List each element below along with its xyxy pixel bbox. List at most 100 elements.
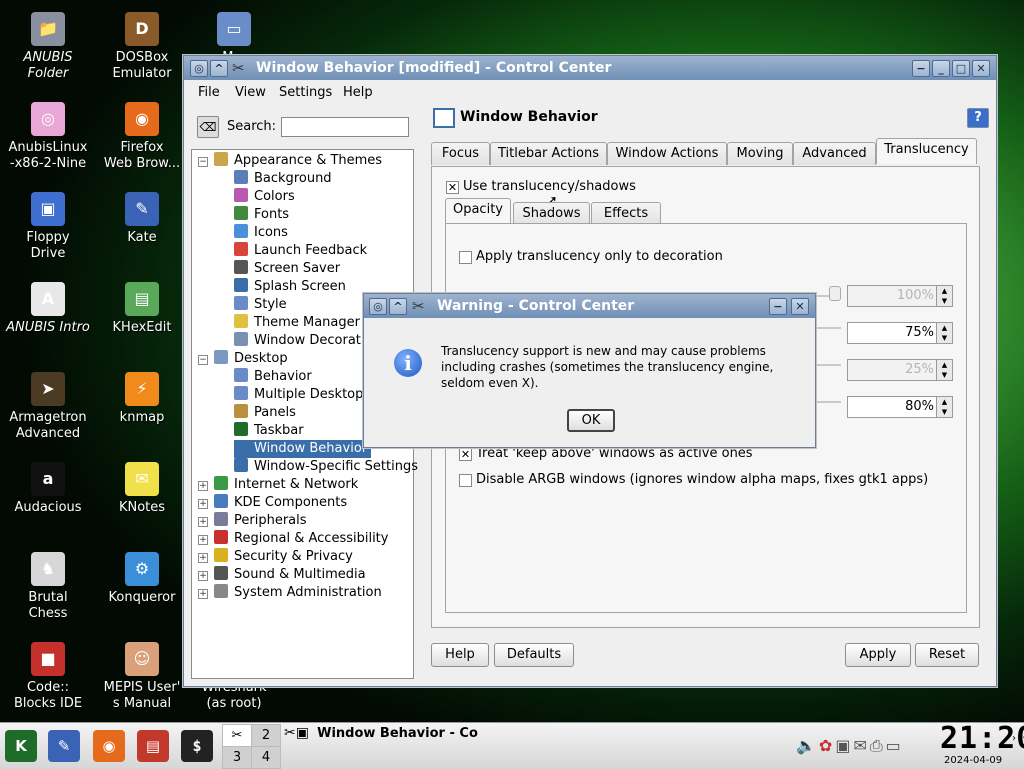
apply-decoration-checkbox[interactable] [459, 251, 472, 264]
tree-item[interactable]: Panels [234, 404, 296, 422]
tree-expander-icon[interactable]: − [198, 157, 208, 167]
tree-item[interactable]: Theme Manager [234, 314, 360, 332]
dialog-close-icon[interactable]: ✕ [791, 298, 809, 315]
desktop-icon-item[interactable]: ✉ KNotes [94, 462, 190, 516]
desktop-icon-item[interactable]: ☺ MEPIS User' s Manual [94, 642, 190, 712]
desktop-icon-item[interactable]: 📁 ANUBIS Folder [0, 12, 96, 82]
tree-item[interactable]: Security & Privacy [214, 548, 353, 566]
tree-item[interactable]: Behavior [234, 368, 312, 386]
defaults-button[interactable]: Defaults [494, 643, 574, 667]
window-titlebar[interactable]: ◎ ^ ✂ Window Behavior [modified] - Contr… [184, 56, 996, 80]
subtab-shadows[interactable]: Shadows [513, 202, 590, 225]
desktop-icon-item[interactable]: ◎ AnubisLinux -x86-2-Nine [0, 102, 96, 172]
volume-icon[interactable]: 🔈 [796, 736, 819, 755]
desktop-icon-item[interactable]: a Audacious [0, 462, 96, 516]
tree-item[interactable]: Internet & Network [214, 476, 358, 494]
tree-item[interactable]: Multiple Desktops [234, 386, 370, 404]
opacity-slider-track-4[interactable] [816, 401, 841, 403]
desktop-icon-item[interactable]: ⚙ Konqueror [94, 552, 190, 606]
desktop-icon-item[interactable]: ▣ Floppy Drive [0, 192, 96, 262]
keep-above-checkbox[interactable]: ✕ [459, 448, 472, 461]
pager-desktop-2[interactable]: 2 [251, 724, 281, 747]
tree-item[interactable]: Appearance & Themes [214, 152, 382, 170]
opacity-spinbox[interactable]: 80% ▲ ▼ [847, 396, 953, 418]
pager-desktop-1[interactable]: ✂ [222, 724, 252, 747]
tree-item[interactable]: Window-Specific Settings [234, 458, 418, 476]
tree-item[interactable]: Fonts [234, 206, 289, 224]
disable-argb-checkbox[interactable] [459, 474, 472, 487]
task-button[interactable]: ✂▣ Window Behavior - Co [284, 725, 484, 745]
menu-view[interactable]: View [235, 85, 266, 100]
spinbox-arrows-icon[interactable]: ▲ ▼ [936, 360, 952, 380]
kate-launcher-icon[interactable]: ✎ [48, 730, 80, 762]
desktop-icon-item[interactable]: ⚡ knmap [94, 372, 190, 426]
menu-file[interactable]: File [198, 85, 220, 100]
dialog-minimize-icon[interactable]: − [769, 298, 787, 315]
disable-argb-label[interactable]: Disable ARGB windows (ignores window alp… [476, 472, 928, 487]
tree-item[interactable]: Background [234, 170, 332, 188]
tree-expander-icon[interactable]: + [198, 481, 208, 491]
subtab-effects[interactable]: Effects [591, 202, 661, 225]
sticky-icon[interactable]: ^ [210, 60, 228, 77]
kde-menu-icon[interactable]: K [5, 730, 37, 762]
pager-desktop-4[interactable]: 4 [251, 746, 281, 769]
spinbox-arrows-icon[interactable]: ▲ ▼ [936, 323, 952, 343]
tree-item[interactable]: Splash Screen [234, 278, 346, 296]
ok-button[interactable]: OK [567, 409, 615, 432]
help-icon[interactable]: ? [967, 108, 989, 128]
opacity-spinbox[interactable]: 100% ▲ ▼ [847, 285, 953, 307]
dialog-titlebar[interactable]: ◎ ^ ✂ Warning - Control Center − ✕ [364, 294, 815, 318]
firefox-launcher-icon[interactable]: ◉ [93, 730, 125, 762]
menu-help[interactable]: Help [343, 85, 373, 100]
subtab-opacity[interactable]: Opacity [445, 198, 511, 224]
tree-item[interactable]: Regional & Accessibility [214, 530, 388, 548]
desktop-icon-item[interactable]: ■ Code:: Blocks IDE [0, 642, 96, 712]
tab-titlebar-actions[interactable]: Titlebar Actions [490, 142, 607, 165]
use-translucency-label[interactable]: Use translucency/shadows [463, 179, 636, 194]
use-translucency-checkbox[interactable]: ✕ [446, 181, 459, 194]
network-tray-icon[interactable]: ✿ [819, 736, 835, 755]
tree-item[interactable]: Window Behavior [234, 440, 372, 458]
file-manager-launcher-icon[interactable]: ▤ [137, 730, 169, 762]
tree-item[interactable]: Screen Saver [234, 260, 340, 278]
spinbox-arrows-icon[interactable]: ▲ ▼ [936, 397, 952, 417]
desktop-icon-item[interactable]: ▤ KHexEdit [94, 282, 190, 336]
window-menu-icon[interactable]: ◎ [190, 60, 208, 77]
desktop-icon-item[interactable]: ✎ Kate [94, 192, 190, 246]
desktop-icon-item[interactable]: ➤ Armagetron Advanced [0, 372, 96, 442]
image-tray-icon[interactable]: ▣ [835, 736, 853, 755]
dialog-sticky-icon[interactable]: ^ [389, 298, 407, 315]
monitor-icon[interactable]: ▭ [886, 736, 904, 755]
tree-item[interactable]: Taskbar [234, 422, 304, 440]
taskbar-scroll-icon[interactable]: › [1012, 733, 1016, 744]
spinbox-arrows-icon[interactable]: ▲ ▼ [936, 286, 952, 306]
shade-icon[interactable]: − [912, 60, 930, 77]
tree-expander-icon[interactable]: + [198, 517, 208, 527]
opacity-slider-handle[interactable] [829, 286, 841, 301]
desktop-icon-item[interactable]: D DOSBox Emulator [94, 12, 190, 82]
tree-item[interactable]: System Administration [214, 584, 382, 602]
tree-item[interactable]: Colors [234, 188, 295, 206]
tree-expander-icon[interactable]: + [198, 535, 208, 545]
tree-item[interactable]: Icons [234, 224, 288, 242]
clear-search-button[interactable]: ⌫ [197, 116, 219, 138]
minimize-icon[interactable]: _ [932, 60, 950, 77]
desktop-icon-item[interactable]: ♞ Brutal Chess [0, 552, 96, 622]
close-icon[interactable]: ✕ [972, 60, 990, 77]
search-input[interactable] [281, 117, 409, 137]
terminal-launcher-icon[interactable]: $ [181, 730, 213, 762]
tab-moving[interactable]: Moving [727, 142, 793, 165]
apply-button[interactable]: Apply [845, 643, 911, 667]
tree-item[interactable]: KDE Components [214, 494, 347, 512]
klipper-icon[interactable]: ✉ [853, 736, 869, 755]
tab-window-actions[interactable]: Window Actions [607, 142, 727, 165]
tab-advanced[interactable]: Advanced [793, 142, 876, 165]
tree-item[interactable]: Desktop [214, 350, 288, 368]
help-button[interactable]: Help [431, 643, 489, 667]
opacity-slider-track-2[interactable] [816, 327, 841, 329]
opacity-slider-track-3[interactable] [816, 364, 841, 366]
apply-decoration-label[interactable]: Apply translucency only to decoration [476, 249, 723, 264]
printer-icon[interactable]: ⎙ [870, 736, 886, 755]
opacity-spinbox[interactable]: 25% ▲ ▼ [847, 359, 953, 381]
tree-expander-icon[interactable]: + [198, 553, 208, 563]
